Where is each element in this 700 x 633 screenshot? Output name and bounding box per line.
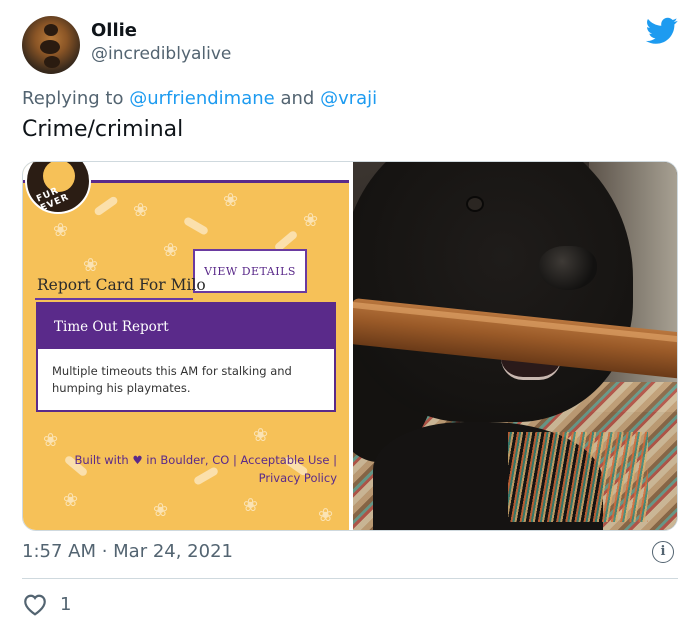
paw-pattern-icon: ❀ [63,490,79,511]
footer-links-line1[interactable]: in Boulder, CO | Acceptable Use | [146,453,337,467]
paw-pattern-icon: ❀ [303,210,319,231]
fur-ever-logo: FUR EVER [25,162,91,214]
dog-head [353,162,633,422]
paw-pattern-icon: ❀ [253,425,269,446]
privacy-policy-link[interactable]: Privacy Policy [43,469,337,487]
like-count: 1 [60,594,72,615]
report-card-title: Report Card For Milo [37,276,206,294]
reply-mention-1[interactable]: @urfriendimane [129,88,275,109]
reply-prefix: Replying to [22,88,124,109]
paw-pattern-icon: ❀ [53,220,69,241]
user-handle[interactable]: @incrediblyalive [91,44,231,64]
view-details-button[interactable]: VIEW DETAILS [193,249,307,293]
timeout-report-title: Time Out Report [38,304,334,349]
media-grid[interactable]: ❀ ❀ ❀ ❀ ❀ ❀ ❀ ❀ ❀ ❀ ❀ ❀ FUR EVER VIEW DE… [22,161,678,531]
reply-context: Replying to @urfriendimane and @vraji [22,88,377,109]
paw-pattern-icon: ❀ [318,505,334,526]
avatar[interactable] [22,16,80,74]
bone-pattern [93,195,119,217]
paw-pattern-icon: ❀ [223,190,239,211]
tweet-timestamp[interactable]: 1:57 AM · Mar 24, 2021 [22,541,233,562]
blanket-fringe [508,432,648,522]
paw-pattern-icon: ❀ [43,430,59,451]
dog-nose [539,246,597,290]
paw-pattern-icon: ❀ [83,255,99,276]
timeout-report-body: Multiple timeouts this AM for stalking a… [52,364,292,395]
info-icon[interactable]: i [652,541,674,563]
reply-mention-2[interactable]: @vraji [320,88,377,109]
paw-pattern-icon: ❀ [163,240,179,261]
tweet-text: Crime/criminal [22,117,184,142]
heart-like-icon[interactable] [22,592,48,616]
report-footer: Built with ♥ in Boulder, CO | Acceptable… [43,451,337,487]
bone-pattern [182,216,210,236]
divider [22,578,678,579]
footer-built-with: Built with [74,453,129,467]
reply-joiner: and [280,88,315,109]
display-name[interactable]: Ollie [91,20,137,41]
paw-pattern-icon: ❀ [243,495,259,516]
twitter-bird-icon[interactable] [646,17,678,45]
paw-pattern-icon: ❀ [153,500,169,521]
dog-eye [468,198,482,210]
report-card-screenshot[interactable]: ❀ ❀ ❀ ❀ ❀ ❀ ❀ ❀ ❀ ❀ ❀ ❀ FUR EVER VIEW DE… [23,162,349,530]
paw-pattern-icon: ❀ [133,200,149,221]
report-title-underline [35,298,193,300]
tweet-card: Ollie @incrediblyalive Replying to @urfr… [0,0,700,633]
heart-icon: ♥ [132,453,143,467]
dog-photo[interactable] [353,162,677,530]
timeout-report-box: Time Out Report Multiple timeouts this A… [36,302,336,412]
